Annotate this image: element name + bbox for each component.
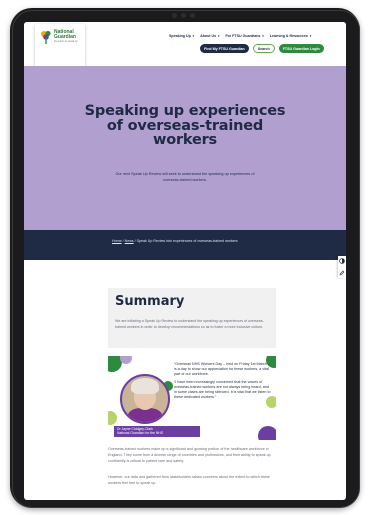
logo-wordmark: National Guardian Freedom to speak up — [54, 30, 78, 44]
tree-logo-icon — [41, 30, 51, 44]
breadcrumb: Home / News / Speak Up Review into exper… — [112, 239, 262, 245]
search-button[interactable]: Search — [252, 44, 275, 53]
nav-item-label: About Us — [200, 34, 217, 38]
find-guardian-button[interactable]: Find My FTSU Guardian — [200, 44, 249, 53]
header-actions: Find My FTSU Guardian Search FTSU Guardi… — [200, 44, 324, 53]
breadcrumb-news-link[interactable]: News — [125, 239, 134, 243]
summary-card: Summary We are initiating a Speak Up Rev… — [108, 288, 276, 348]
nav-item-label: For FTSU Guardians — [225, 34, 261, 38]
nav-item-speaking-up[interactable]: Speaking Up ▾ — [169, 34, 194, 38]
nav-item-ftsu-guardians[interactable]: For FTSU Guardians ▾ — [225, 34, 263, 38]
nav-item-label: Speaking Up — [169, 34, 191, 38]
quote-paragraph: “Overseas NHS Workers Day – held on Frid… — [174, 362, 270, 376]
chevron-down-icon: ▾ — [308, 34, 312, 38]
summary-heading: Summary — [115, 294, 185, 309]
nav-item-learning-resources[interactable]: Learning & Resources ▾ — [270, 34, 312, 38]
chevron-down-icon: ▾ — [191, 34, 195, 38]
breadcrumb-band: Home / News / Speak Up Review into exper… — [24, 230, 346, 260]
hero-banner: Speaking up experiences of overseas-trai… — [24, 66, 346, 230]
quote-caption: Dr Jayne Chidgey-Clark National Guardian… — [114, 426, 200, 437]
caption-role: National Guardian for the NHS — [117, 431, 163, 436]
nav-item-label: Learning & Resources — [269, 34, 308, 38]
website-screen: National Guardian Freedom to speak up Sp… — [24, 22, 346, 500]
hero-subtitle: Our next Speak Up Review will seek to un… — [115, 172, 255, 182]
site-header: National Guardian Freedom to speak up Sp… — [24, 22, 346, 68]
accessibility-toolbar — [338, 256, 346, 278]
breadcrumb-home-link[interactable]: Home — [112, 239, 122, 243]
breadcrumb-separator: / — [122, 239, 124, 243]
chevron-down-icon: ▾ — [261, 34, 264, 38]
breadcrumb-current: Speak Up Review into experiences of over… — [136, 239, 238, 243]
site-logo[interactable]: National Guardian Freedom to speak up — [35, 24, 85, 68]
guardian-portrait — [120, 374, 170, 424]
tablet-camera — [163, 13, 203, 19]
chevron-down-icon: ▾ — [217, 34, 220, 38]
quote-graphic: “Overseas NHS Workers Day – held on Frid… — [108, 356, 276, 440]
pencil-icon[interactable] — [339, 270, 345, 276]
main-nav: Speaking Up ▾ About Us ▾ For FTSU Guardi… — [169, 34, 311, 38]
contrast-icon[interactable] — [339, 258, 345, 264]
nav-item-about-us[interactable]: About Us ▾ — [200, 34, 219, 38]
summary-text: We are initiating a Speak Up Review to u… — [115, 319, 264, 329]
body-paragraph: Overseas-trained workers make up a signi… — [108, 447, 271, 463]
quote-text: “Overseas NHS Workers Day – held on Frid… — [174, 362, 272, 403]
body-paragraph: However, our data and gathered from stak… — [108, 475, 270, 485]
logo-tagline: Freedom to speak up — [54, 40, 78, 43]
breadcrumb-separator: / — [134, 239, 136, 243]
guardian-login-button[interactable]: FTSU Guardian Login — [278, 44, 324, 53]
page-title: Speaking up experiences of overseas-trai… — [84, 103, 286, 148]
quote-paragraph: “I have been increasingly concerned that… — [174, 380, 271, 399]
